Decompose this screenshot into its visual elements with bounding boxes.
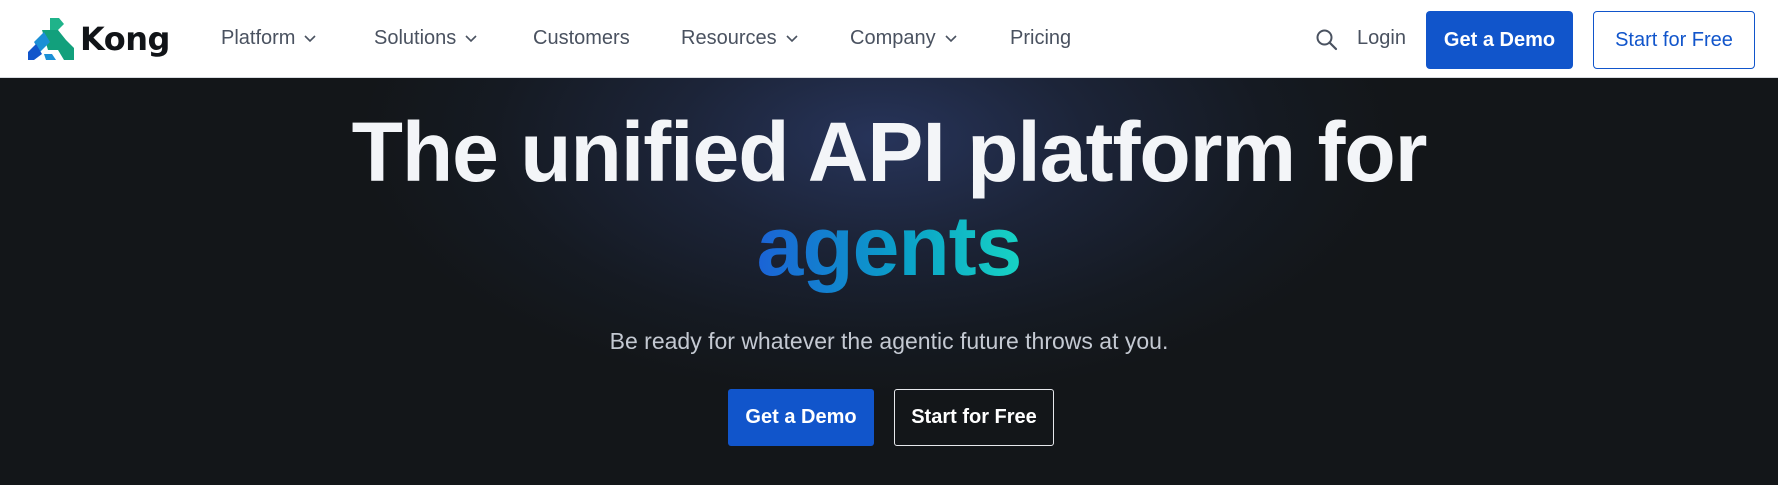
- nav-label: Solutions: [374, 27, 457, 49]
- kong-logo[interactable]: Kong: [28, 18, 170, 60]
- chevron-down-icon: [465, 34, 477, 42]
- search-icon[interactable]: [1315, 28, 1339, 52]
- nav-company[interactable]: Company: [850, 27, 957, 50]
- nav-pricing[interactable]: Pricing: [1010, 27, 1071, 50]
- chevron-down-icon: [304, 34, 317, 42]
- chevron-down-icon: [786, 34, 798, 42]
- login-link[interactable]: Login: [1357, 27, 1406, 50]
- nav-customers[interactable]: Customers: [533, 27, 630, 50]
- nav-label: Resources: [681, 27, 777, 49]
- nav-platform[interactable]: Platform: [221, 27, 317, 50]
- hero-highlight-text: agents: [756, 199, 1023, 293]
- hero-section: The unified API platform for agents Be r…: [0, 78, 1778, 485]
- hero-highlight: agents: [0, 198, 1778, 294]
- nav-label: Pricing: [1010, 27, 1072, 49]
- brand-name: Kong: [80, 20, 170, 58]
- kong-gorilla-icon: [28, 18, 74, 60]
- nav-solutions[interactable]: Solutions: [374, 27, 477, 50]
- nav-label: Company: [850, 27, 936, 49]
- top-nav: Kong Platform Solutions Customers Resour…: [0, 0, 1778, 78]
- start-free-button[interactable]: Start for Free: [1593, 11, 1755, 69]
- get-demo-button[interactable]: Get a Demo: [1426, 11, 1573, 69]
- nav-label: Customers: [533, 27, 630, 49]
- hero-subtitle: Be ready for whatever the agentic future…: [609, 328, 1169, 354]
- hero-start-free-button[interactable]: Start for Free: [894, 389, 1054, 446]
- hero-headline: The unified API platform for: [351, 105, 1428, 199]
- nav-label: Platform: [221, 27, 296, 49]
- hero-get-demo-button[interactable]: Get a Demo: [728, 389, 874, 446]
- nav-resources[interactable]: Resources: [681, 27, 798, 50]
- chevron-down-icon: [945, 34, 957, 42]
